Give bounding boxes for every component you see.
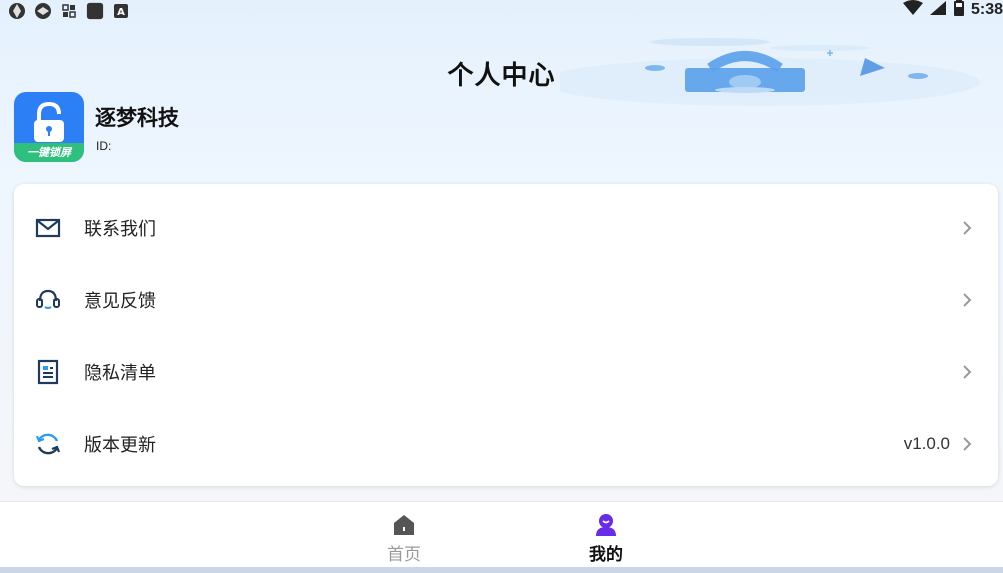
tab-home[interactable]: 首页 — [374, 512, 434, 565]
profile-id: ID: — [96, 139, 112, 153]
document-icon — [34, 358, 62, 386]
status-bar: A 5:38 — [0, 0, 1003, 22]
menu-item-label: 版本更新 — [84, 435, 156, 456]
tab-home-label: 首页 — [387, 545, 421, 565]
user-icon — [593, 512, 619, 538]
menu-item-feedback[interactable]: 意见反馈 — [14, 264, 998, 336]
mail-icon — [34, 214, 62, 242]
bottom-strip — [0, 567, 1003, 573]
svg-text:A: A — [117, 7, 125, 18]
square-app-icon — [86, 2, 104, 20]
status-right-icons: 5:38 — [902, 0, 1003, 21]
menu-item-label: 意见反馈 — [84, 291, 156, 312]
tab-mine-label: 我的 — [589, 545, 623, 565]
version-value: v1.0.0 — [903, 434, 950, 453]
grid-icon — [60, 2, 78, 20]
profile-name: 逐梦科技 — [95, 106, 179, 130]
battery-icon — [953, 0, 965, 21]
chevron-right-icon — [960, 291, 974, 309]
menu-item-privacy[interactable]: 隐私清单 — [14, 336, 998, 408]
menu-item-label: 联系我们 — [84, 219, 156, 240]
chevron-right-icon — [960, 435, 974, 453]
menu-item-label: 隐私清单 — [84, 363, 156, 384]
status-time: 5:38 — [970, 1, 1003, 18]
chevron-right-icon — [960, 219, 974, 237]
home-icon — [391, 512, 417, 538]
bottom-nav: 首页 我的 — [0, 501, 1003, 567]
status-left-icons: A — [8, 2, 130, 20]
menu-item-contact[interactable]: 联系我们 — [14, 192, 998, 264]
wifi-icon — [902, 0, 923, 20]
signal-icon — [929, 0, 947, 20]
chevron-right-icon — [960, 363, 974, 381]
menu-item-update[interactable]: 版本更新 v1.0.0 — [14, 408, 998, 480]
page-title: 个人中心 — [447, 61, 556, 91]
app-icon-1 — [8, 2, 26, 20]
font-icon: A — [112, 2, 130, 20]
logo-caption: 一键锁屏 — [14, 143, 84, 162]
headset-icon — [34, 286, 62, 314]
app-icon-2 — [34, 2, 52, 20]
app-logo: 一键锁屏 — [14, 92, 84, 162]
tab-mine[interactable]: 我的 — [576, 512, 636, 565]
menu-card: 联系我们 意见反馈 隐私清单 版本更新 v1.0.0 — [14, 184, 998, 486]
refresh-icon — [34, 430, 62, 458]
